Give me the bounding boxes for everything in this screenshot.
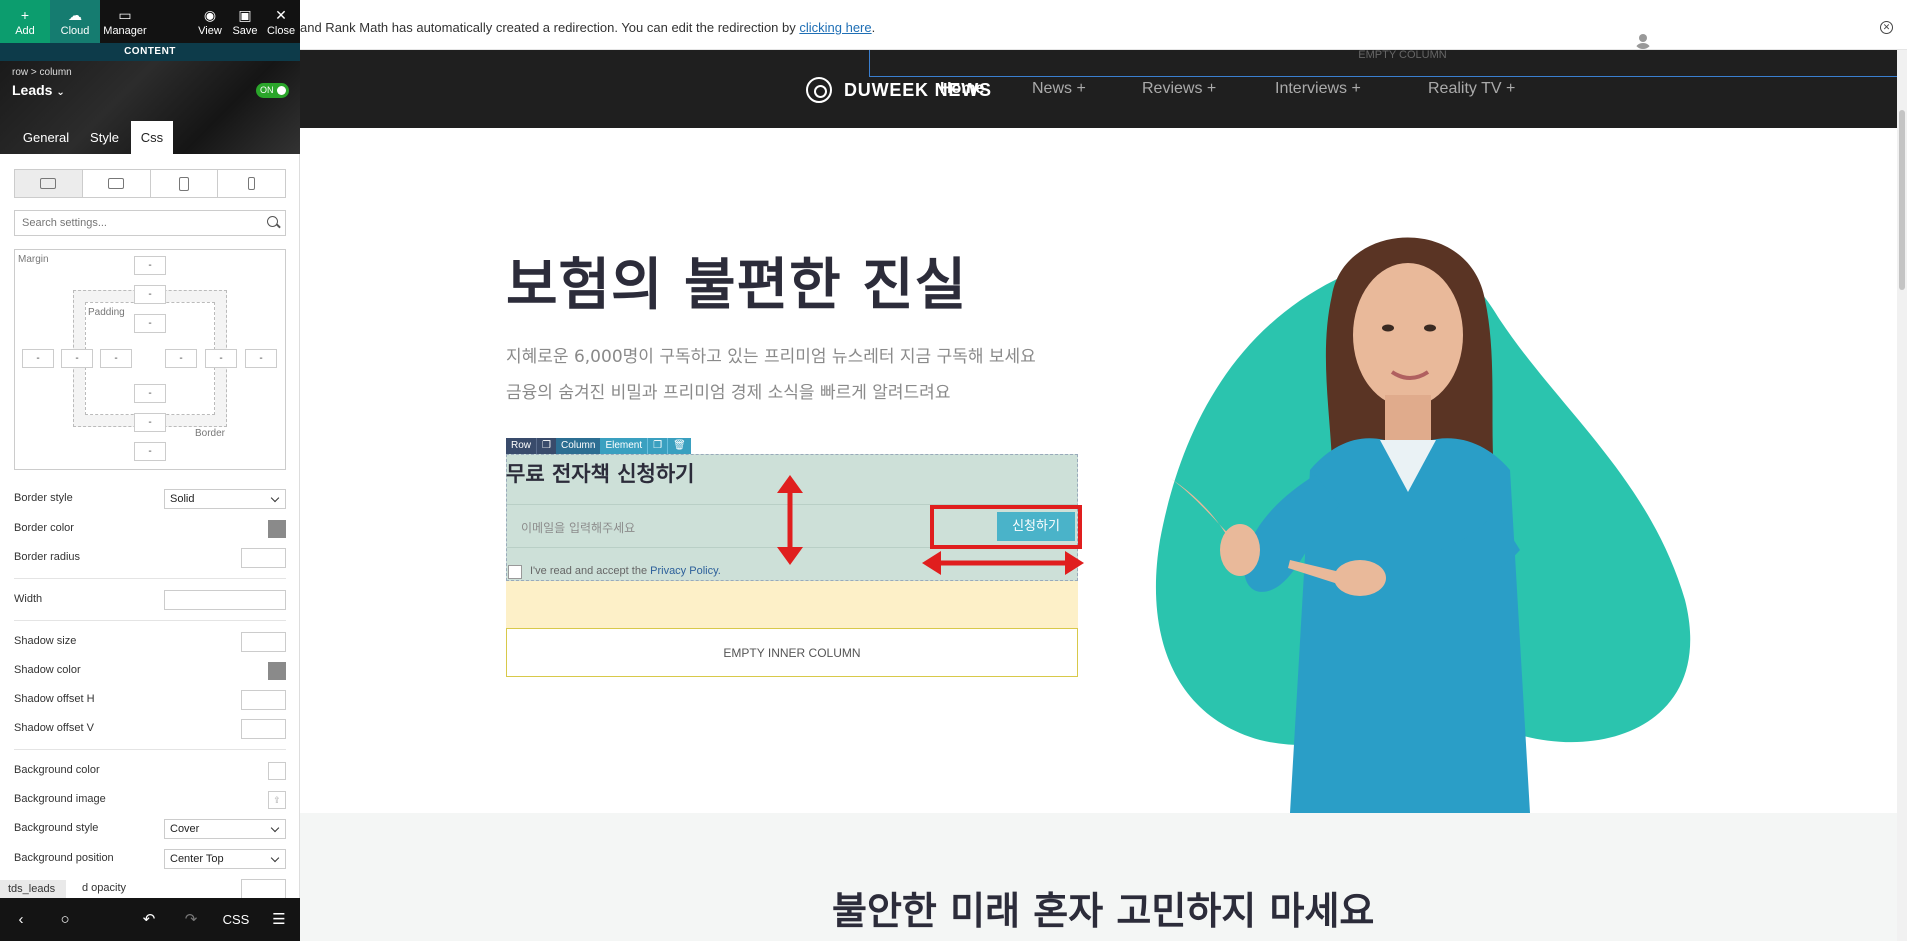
scrollbar-thumb[interactable] [1899,110,1905,290]
figure-eye [1382,324,1394,332]
figure-face [1353,263,1463,407]
hero-illustration [1155,237,1691,813]
down-arrowhead [777,547,803,565]
up-arrowhead [777,475,803,493]
section-title: 불안한 미래 혼자 고민하지 마세요 [832,889,1375,933]
page-scrollbar[interactable] [1897,50,1907,941]
figure-right-hand [1334,560,1386,596]
figure-left-hand [1220,524,1260,576]
figure-eye [1424,324,1436,332]
right-arrowhead [1065,551,1084,575]
editor-stage: + Add ☁ Cloud ▭ Manager ◉ View ▣ Save ✕ … [0,0,1907,941]
left-arrowhead [922,551,941,575]
figure-neck [1385,395,1431,440]
